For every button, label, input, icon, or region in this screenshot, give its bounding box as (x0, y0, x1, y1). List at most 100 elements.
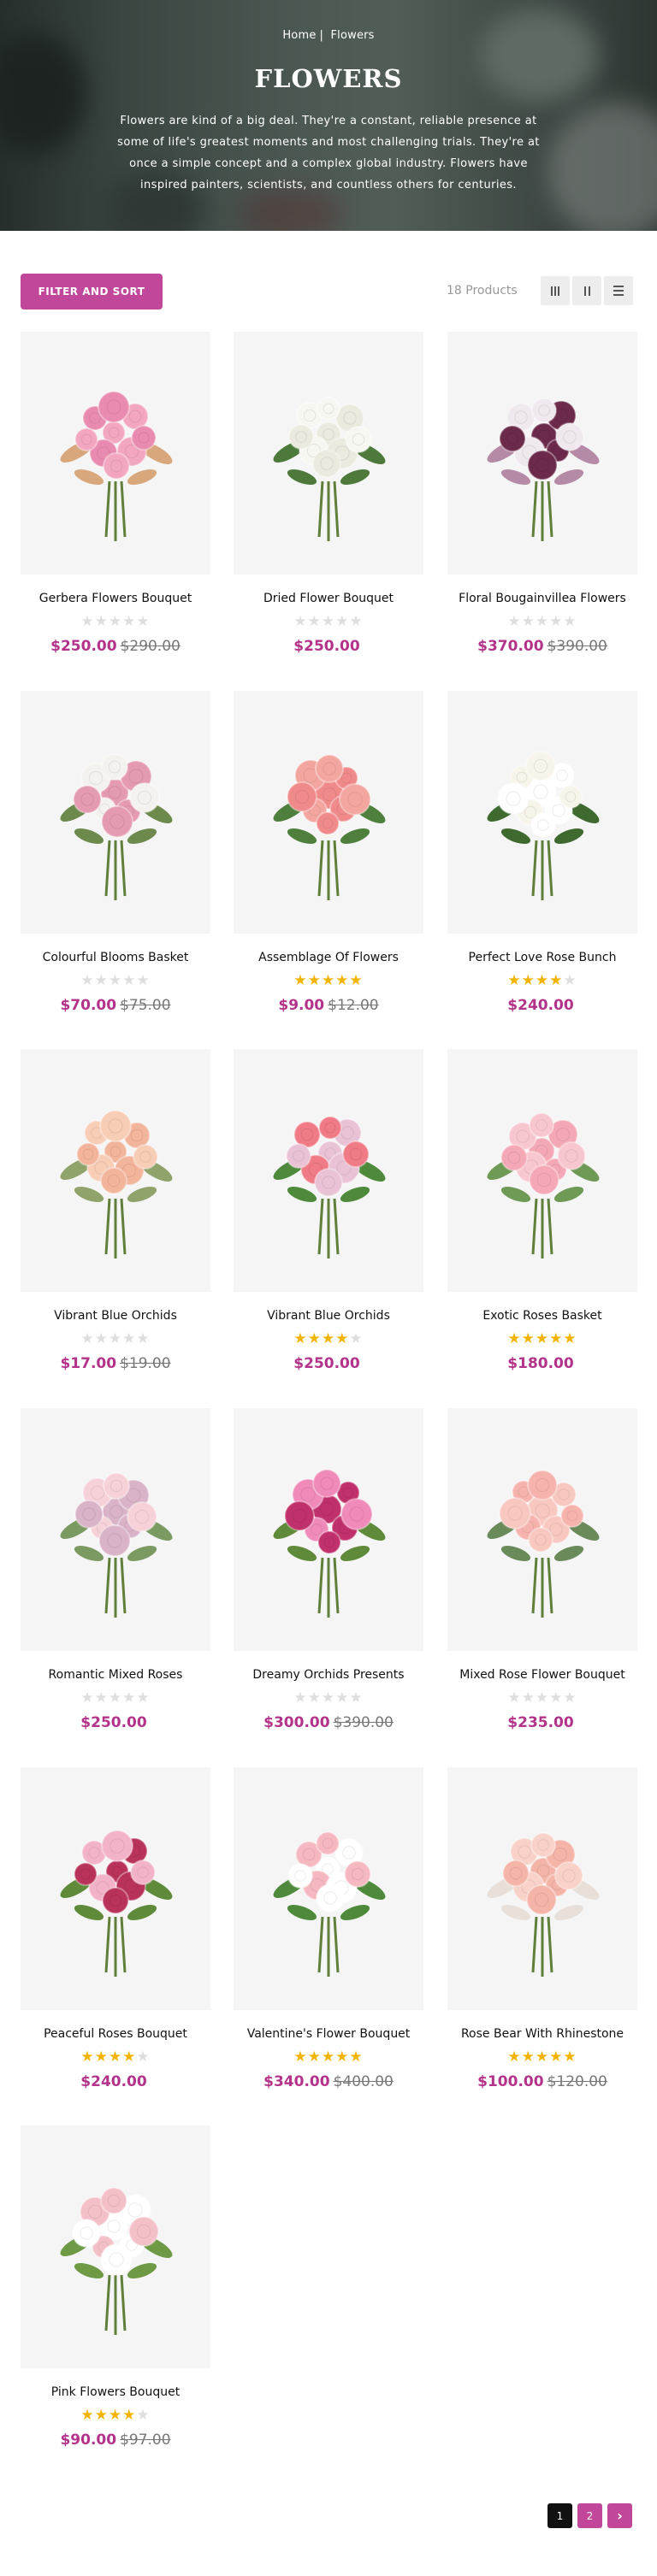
grid-2-view-button[interactable] (572, 276, 601, 305)
product-card[interactable]: Dried Flower Bouquet ★★★★★ $250.00 (234, 332, 423, 655)
star-icon: ★ (108, 972, 123, 989)
grid-2-icon (583, 286, 590, 296)
product-card[interactable]: Perfect Love Rose Bunch ★★★★★ $240.00 (447, 691, 637, 1014)
product-image[interactable] (447, 332, 637, 575)
product-image[interactable] (21, 1767, 210, 2010)
product-title[interactable]: Vibrant Blue Orchids (21, 1309, 210, 1324)
star-icon: ★ (549, 613, 564, 630)
product-rating: ★★★★★ (447, 973, 637, 988)
star-icon: ★ (549, 1689, 564, 1707)
product-card[interactable]: Pink Flowers Bouquet ★★★★★ $90.00 $97.00 (21, 2125, 210, 2449)
product-image[interactable] (21, 1408, 210, 1651)
product-title[interactable]: Peaceful Roses Bouquet (21, 2027, 210, 2043)
star-icon: ★ (108, 1689, 123, 1707)
product-title[interactable]: Rose Bear With Rhinestone (447, 2027, 637, 2043)
product-image[interactable] (21, 2125, 210, 2368)
product-title[interactable]: Dreamy Orchids Presents (234, 1668, 423, 1683)
product-image[interactable] (447, 1049, 637, 1292)
star-icon: ★ (307, 1689, 322, 1707)
product-title[interactable]: Assemblage Of Flowers (234, 951, 423, 966)
product-image[interactable] (447, 1408, 637, 1651)
product-card[interactable]: Colourful Blooms Basket ★★★★★ $70.00 $75.… (21, 691, 210, 1014)
product-card[interactable]: Rose Bear With Rhinestone ★★★★★ $100.00 $… (447, 1767, 637, 2090)
product-image[interactable] (21, 1049, 210, 1292)
product-price: $340.00 (263, 2073, 330, 2090)
star-icon: ★ (293, 2048, 308, 2066)
product-image[interactable] (447, 691, 637, 934)
product-card[interactable]: Assemblage Of Flowers ★★★★★ $9.00 $12.00 (234, 691, 423, 1014)
product-rating: ★★★★★ (234, 2049, 423, 2065)
bouquet-illustration (60, 391, 173, 541)
product-image[interactable] (447, 1767, 637, 2010)
product-image[interactable] (234, 332, 423, 575)
product-title[interactable]: Mixed Rose Flower Bouquet (447, 1668, 637, 1683)
pagination: 1 2 › (548, 2503, 632, 2528)
list-view-button[interactable] (604, 276, 633, 305)
product-image[interactable] (21, 332, 210, 575)
product-card[interactable]: Romantic Mixed Roses ★★★★★ $250.00 (21, 1408, 210, 1731)
product-title[interactable]: Gerbera Flowers Bouquet (21, 592, 210, 607)
product-card[interactable]: Dreamy Orchids Presents ★★★★★ $300.00 $39… (234, 1408, 423, 1731)
product-price: $90.00 (60, 2432, 117, 2449)
star-icon: ★ (563, 1330, 577, 1347)
product-price: $250.00 (80, 1714, 147, 1731)
product-price-row: $17.00 $19.00 (21, 1355, 210, 1372)
product-title[interactable]: Floral Bougainvillea Flowers (447, 592, 637, 607)
next-page-button[interactable]: › (607, 2503, 632, 2528)
product-title[interactable]: Colourful Blooms Basket (21, 951, 210, 966)
product-image[interactable] (234, 1767, 423, 2010)
product-title[interactable]: Perfect Love Rose Bunch (447, 951, 637, 966)
filter-and-sort-button[interactable]: FILTER AND SORT (21, 274, 163, 309)
product-price: $250.00 (50, 638, 117, 655)
page-1-button[interactable]: 1 (548, 2503, 572, 2528)
product-card[interactable]: Mixed Rose Flower Bouquet ★★★★★ $235.00 (447, 1408, 637, 1731)
product-card[interactable]: Exotic Roses Basket ★★★★★ $180.00 (447, 1049, 637, 1372)
product-price: $240.00 (507, 997, 574, 1014)
product-card[interactable]: Vibrant Blue Orchids ★★★★★ $17.00 $19.00 (21, 1049, 210, 1372)
product-price-row: $100.00 $120.00 (447, 2073, 637, 2090)
star-icon: ★ (563, 1689, 577, 1707)
product-card[interactable]: Floral Bougainvillea Flowers ★★★★★ $370.… (447, 332, 637, 655)
page-2-button[interactable]: 2 (577, 2503, 602, 2528)
product-image[interactable] (21, 691, 210, 934)
product-title[interactable]: Exotic Roses Basket (447, 1309, 637, 1324)
star-icon: ★ (136, 613, 151, 630)
product-card[interactable]: Peaceful Roses Bouquet ★★★★★ $240.00 (21, 1767, 210, 2090)
breadcrumb-home-link[interactable]: Home (282, 29, 316, 42)
grid-3-view-button[interactable] (541, 276, 570, 305)
product-title[interactable]: Vibrant Blue Orchids (234, 1309, 423, 1324)
bouquet-illustration (273, 397, 386, 541)
product-price-row: $70.00 $75.00 (21, 997, 210, 1014)
page-title: FLOWERS (254, 64, 403, 93)
product-title[interactable]: Dried Flower Bouquet (234, 592, 423, 607)
product-title[interactable]: Romantic Mixed Roses (21, 1668, 210, 1683)
star-icon: ★ (293, 972, 308, 989)
star-icon: ★ (335, 1689, 350, 1707)
star-icon: ★ (80, 613, 95, 630)
product-price: $235.00 (507, 1714, 574, 1731)
product-image[interactable] (234, 691, 423, 934)
product-price-row: $300.00 $390.00 (234, 1714, 423, 1731)
page-description: Flowers are kind of a big deal. They're … (117, 115, 540, 192)
star-icon: ★ (321, 1689, 336, 1707)
star-icon: ★ (307, 2048, 322, 2066)
product-image[interactable] (234, 1049, 423, 1292)
product-card[interactable]: Valentine's Flower Bouquet ★★★★★ $340.00… (234, 1767, 423, 2090)
product-image[interactable] (234, 1408, 423, 1651)
product-card[interactable]: Vibrant Blue Orchids ★★★★★ $250.00 (234, 1049, 423, 1372)
star-icon: ★ (549, 972, 564, 989)
star-icon: ★ (507, 1330, 522, 1347)
star-icon: ★ (108, 2407, 123, 2424)
star-icon: ★ (136, 972, 151, 989)
product-price-row: $370.00 $390.00 (447, 638, 637, 655)
star-icon: ★ (321, 613, 336, 630)
star-icon: ★ (507, 2048, 522, 2066)
star-icon: ★ (136, 2407, 151, 2424)
product-rating: ★★★★★ (21, 2049, 210, 2065)
star-icon: ★ (307, 613, 322, 630)
product-card[interactable]: Gerbera Flowers Bouquet ★★★★★ $250.00 $29… (21, 332, 210, 655)
product-title[interactable]: Pink Flowers Bouquet (21, 2385, 210, 2401)
bouquet-illustration (60, 1110, 173, 1259)
product-rating: ★★★★★ (447, 2049, 637, 2065)
product-title[interactable]: Valentine's Flower Bouquet (234, 2027, 423, 2043)
